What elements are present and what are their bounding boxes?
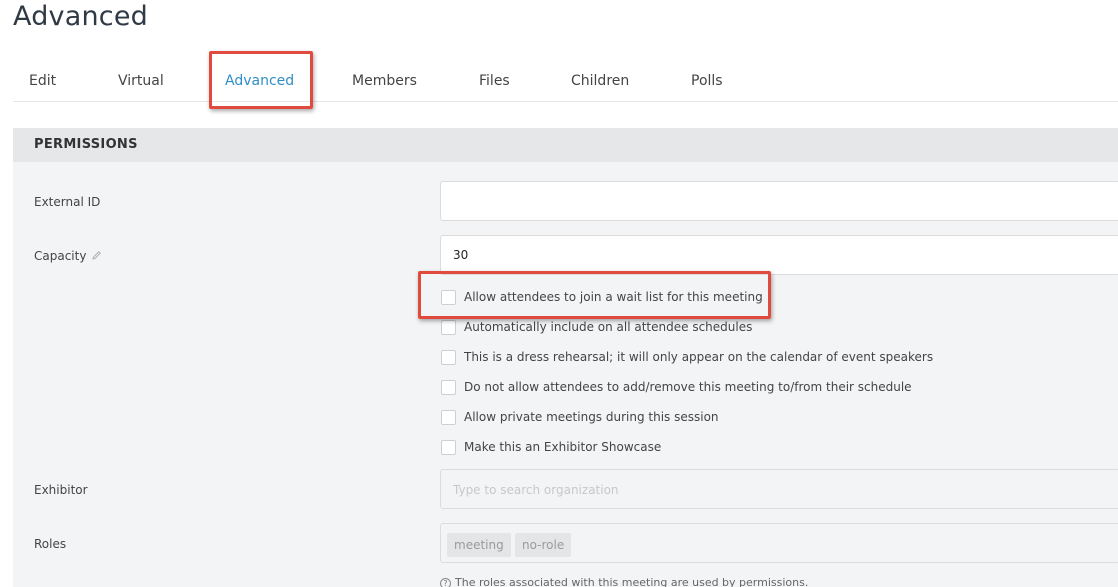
exhibitor-placeholder: Type to search organization — [453, 483, 619, 497]
capacity-label-text: Capacity — [34, 249, 87, 263]
roles-help: ? The roles associated with this meeting … — [440, 576, 808, 587]
exhibitor-showcase-checkbox[interactable] — [441, 440, 456, 455]
private-meetings-checkbox[interactable] — [441, 410, 456, 425]
role-chip-no-role[interactable]: no-role — [515, 533, 572, 557]
tab-edit[interactable]: Edit — [29, 73, 56, 89]
exhibitor-search-input[interactable]: Type to search organization — [440, 469, 1118, 509]
tab-virtual[interactable]: Virtual — [118, 73, 164, 89]
permissions-panel: PERMISSIONS External ID Capacity 30 Allo… — [13, 128, 1118, 587]
tab-members[interactable]: Members — [352, 73, 417, 89]
permissions-header-label: PERMISSIONS — [34, 137, 138, 152]
wait-list-checkbox[interactable] — [441, 290, 456, 305]
no-add-remove-checkbox[interactable] — [441, 380, 456, 395]
permissions-header: PERMISSIONS — [13, 128, 1118, 162]
roles-field[interactable]: meeting no-role — [440, 523, 1118, 563]
page-title: Advanced — [13, 1, 148, 32]
auto-include-checkbox[interactable] — [441, 320, 456, 335]
capacity-field[interactable]: 30 — [440, 235, 1118, 275]
tab-polls[interactable]: Polls — [691, 73, 723, 89]
private-meetings-label: Allow private meetings during this sessi… — [464, 410, 719, 424]
tab-files[interactable]: Files — [479, 73, 510, 89]
tab-children[interactable]: Children — [571, 73, 629, 89]
dress-rehearsal-label: This is a dress rehearsal; it will only … — [464, 350, 934, 364]
tab-bar: Edit Virtual Advanced Members Files Chil… — [13, 51, 1118, 109]
exhibitor-label: Exhibitor — [34, 483, 88, 497]
external-id-field[interactable] — [440, 181, 1118, 221]
tab-advanced[interactable]: Advanced — [225, 73, 294, 89]
capacity-value: 30 — [453, 248, 469, 262]
capacity-label: Capacity — [34, 249, 102, 264]
pencil-icon[interactable] — [91, 250, 102, 264]
no-add-remove-label: Do not allow attendees to add/remove thi… — [464, 380, 912, 394]
question-icon: ? — [440, 578, 451, 587]
roles-label: Roles — [34, 537, 67, 551]
roles-help-text: The roles associated with this meeting a… — [455, 576, 809, 587]
role-chip-meeting[interactable]: meeting — [447, 533, 511, 557]
auto-include-label: Automatically include on all attendee sc… — [464, 320, 753, 334]
exhibitor-showcase-label: Make this an Exhibitor Showcase — [464, 440, 662, 454]
external-id-label: External ID — [34, 195, 101, 209]
wait-list-label: Allow attendees to join a wait list for … — [464, 290, 763, 304]
dress-rehearsal-checkbox[interactable] — [441, 350, 456, 365]
